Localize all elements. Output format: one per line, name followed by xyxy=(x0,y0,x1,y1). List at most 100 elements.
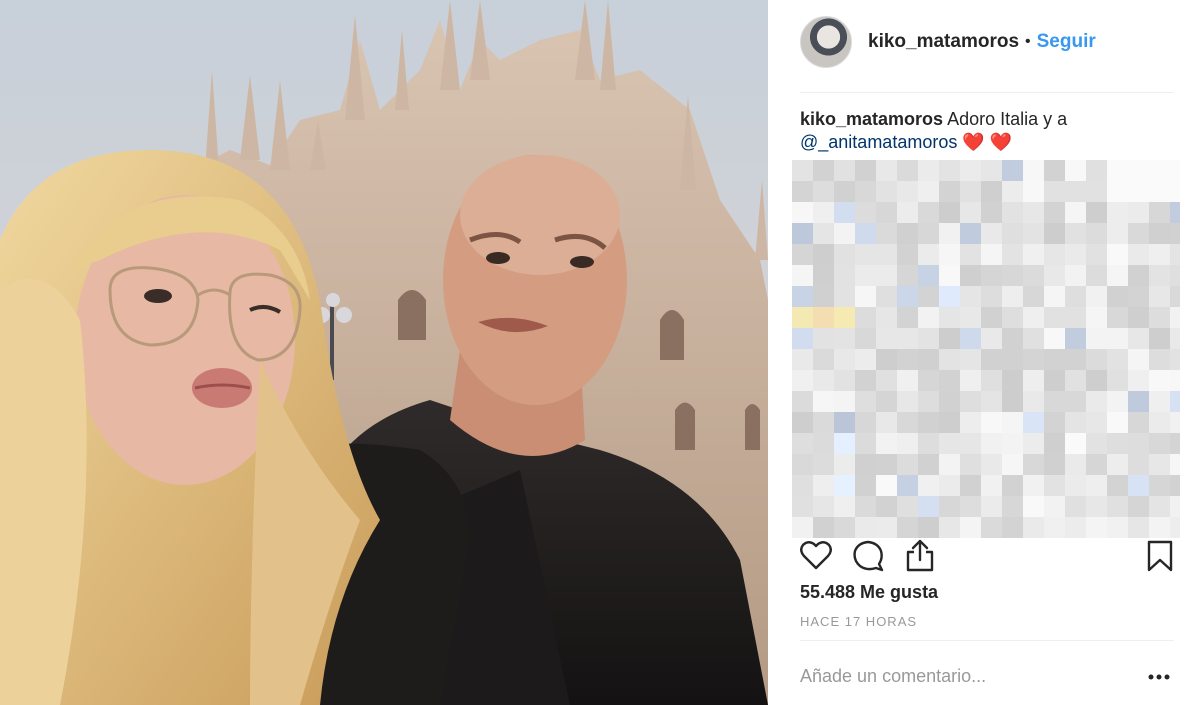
mosaic-cell xyxy=(1002,391,1023,412)
mosaic-cell xyxy=(897,202,918,223)
mosaic-cell xyxy=(918,223,939,244)
mosaic-cell xyxy=(1044,349,1065,370)
mosaic-cell xyxy=(1170,202,1180,223)
mosaic-cell xyxy=(960,433,981,454)
mosaic-cell xyxy=(939,223,960,244)
mosaic-cell xyxy=(1065,454,1086,475)
mosaic-cell xyxy=(1044,433,1065,454)
mosaic-cell xyxy=(1128,181,1149,202)
mosaic-cell xyxy=(1170,349,1180,370)
mosaic-cell xyxy=(876,181,897,202)
mosaic-cell xyxy=(918,286,939,307)
comment-input[interactable] xyxy=(800,658,1120,694)
mosaic-cell xyxy=(939,475,960,496)
mosaic-cell xyxy=(1002,454,1023,475)
mosaic-cell xyxy=(1086,517,1107,538)
mosaic-cell xyxy=(939,160,960,181)
mosaic-cell xyxy=(897,181,918,202)
mosaic-cell xyxy=(1086,181,1107,202)
mosaic-cell xyxy=(918,433,939,454)
comment-bubble-icon[interactable] xyxy=(852,540,884,572)
mosaic-cell xyxy=(876,517,897,538)
post-timestamp[interactable]: HACE 17 HORAS xyxy=(800,614,917,629)
mosaic-cell xyxy=(981,286,1002,307)
mosaic-cell xyxy=(876,160,897,181)
instagram-post: kiko_matamoros • Seguir kiko_matamoros A… xyxy=(0,0,1200,705)
mosaic-cell xyxy=(939,202,960,223)
mosaic-cell xyxy=(1128,307,1149,328)
mosaic-cell xyxy=(1107,433,1128,454)
mosaic-cell xyxy=(1128,433,1149,454)
mosaic-cell xyxy=(1065,181,1086,202)
mosaic-cell xyxy=(1128,286,1149,307)
mosaic-cell xyxy=(918,244,939,265)
mosaic-cell xyxy=(855,223,876,244)
mosaic-cell xyxy=(1107,181,1128,202)
mosaic-cell xyxy=(813,265,834,286)
mosaic-cell xyxy=(1128,517,1149,538)
caption-username[interactable]: kiko_matamoros xyxy=(800,109,943,129)
mosaic-cell xyxy=(834,517,855,538)
mosaic-cell xyxy=(1107,244,1128,265)
avatar[interactable] xyxy=(800,16,852,68)
mosaic-cell xyxy=(855,412,876,433)
mosaic-cell xyxy=(1149,496,1170,517)
mosaic-cell xyxy=(1086,307,1107,328)
header-divider xyxy=(800,92,1174,93)
mosaic-cell xyxy=(834,265,855,286)
mosaic-cell xyxy=(834,454,855,475)
mosaic-cell xyxy=(1107,391,1128,412)
mosaic-cell xyxy=(1128,328,1149,349)
mosaic-cell xyxy=(792,265,813,286)
mosaic-cell xyxy=(981,349,1002,370)
share-icon[interactable] xyxy=(904,538,936,572)
mosaic-cell xyxy=(792,412,813,433)
bookmark-icon[interactable] xyxy=(1146,540,1174,572)
mosaic-cell xyxy=(792,244,813,265)
more-options-icon[interactable] xyxy=(1144,662,1174,692)
mosaic-cell xyxy=(876,307,897,328)
mosaic-cell xyxy=(792,496,813,517)
mosaic-cell xyxy=(1023,349,1044,370)
mosaic-cell xyxy=(1149,160,1170,181)
mosaic-cell xyxy=(1107,223,1128,244)
mosaic-cell xyxy=(813,286,834,307)
mosaic-cell xyxy=(1065,517,1086,538)
mosaic-cell xyxy=(918,412,939,433)
post-photo[interactable] xyxy=(0,0,768,705)
mosaic-cell xyxy=(834,223,855,244)
caption-mention[interactable]: @_anitamatamoros xyxy=(800,132,957,152)
mosaic-cell xyxy=(876,433,897,454)
mosaic-cell xyxy=(1002,433,1023,454)
mosaic-cell xyxy=(834,307,855,328)
mosaic-cell xyxy=(1149,286,1170,307)
mosaic-cell xyxy=(876,244,897,265)
mosaic-cell xyxy=(1065,475,1086,496)
mosaic-cell xyxy=(834,391,855,412)
mosaic-cell xyxy=(855,496,876,517)
mosaic-cell xyxy=(1065,433,1086,454)
mosaic-cell xyxy=(1065,412,1086,433)
mosaic-cell xyxy=(939,307,960,328)
mosaic-cell xyxy=(1128,202,1149,223)
mosaic-cell xyxy=(1086,160,1107,181)
mosaic-cell xyxy=(897,391,918,412)
mosaic-cell xyxy=(918,349,939,370)
mosaic-cell xyxy=(1023,328,1044,349)
mosaic-cell xyxy=(1065,496,1086,517)
mosaic-cell xyxy=(876,391,897,412)
mosaic-cell xyxy=(792,433,813,454)
heart-icon[interactable] xyxy=(800,540,832,570)
mosaic-cell xyxy=(1065,160,1086,181)
likes-count[interactable]: 55.488 Me gusta xyxy=(800,582,938,603)
mosaic-cell xyxy=(960,202,981,223)
follow-button[interactable]: Seguir xyxy=(1037,31,1096,53)
mosaic-cell xyxy=(897,265,918,286)
mosaic-cell xyxy=(834,475,855,496)
mosaic-cell xyxy=(1149,223,1170,244)
mosaic-cell xyxy=(1044,307,1065,328)
mosaic-cell xyxy=(960,265,981,286)
mosaic-cell xyxy=(960,307,981,328)
mosaic-cell xyxy=(1023,223,1044,244)
header-username[interactable]: kiko_matamoros xyxy=(868,31,1019,53)
